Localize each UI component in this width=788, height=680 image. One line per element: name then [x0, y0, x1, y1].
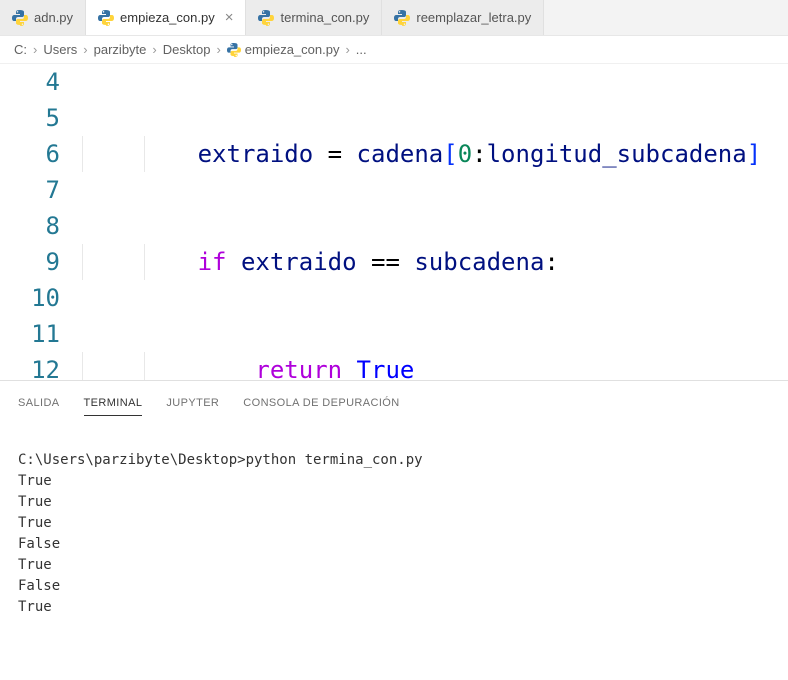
tab-label: adn.py	[34, 10, 73, 25]
line-number: 10	[0, 280, 60, 316]
terminal-line: True	[18, 492, 770, 513]
python-icon	[258, 10, 274, 26]
panel-tab-output[interactable]: SALIDA	[18, 397, 60, 416]
chevron-right-icon: ›	[152, 42, 156, 57]
editor-tabs-bar: adn.py empieza_con.py × termina_con.py r…	[0, 0, 788, 36]
bottom-panel: SALIDA TERMINAL JUPYTER CONSOLA DE DEPUR…	[0, 380, 788, 626]
terminal-line: True	[18, 471, 770, 492]
close-icon[interactable]: ×	[225, 10, 234, 25]
line-number: 5	[0, 100, 60, 136]
panel-tab-debug-console[interactable]: CONSOLA DE DEPURACIÓN	[243, 397, 399, 416]
line-number: 9	[0, 244, 60, 280]
breadcrumb-part[interactable]: Users	[43, 42, 77, 57]
code-editor[interactable]: 4 5 6 7 8 9 10 11 12 extraido = cadena[0…	[0, 64, 788, 380]
panel-tabs: SALIDA TERMINAL JUPYTER CONSOLA DE DEPUR…	[18, 389, 770, 426]
chevron-right-icon: ›	[83, 42, 87, 57]
chevron-right-icon: ›	[345, 42, 349, 57]
line-number: 12	[0, 352, 60, 380]
tab-termina-con[interactable]: termina_con.py	[246, 0, 382, 35]
tab-label: termina_con.py	[280, 10, 369, 25]
line-number: 8	[0, 208, 60, 244]
terminal-line: C:\Users\parzibyte\Desktop>python termin…	[18, 450, 770, 471]
code-content[interactable]: extraido = cadena[0:longitud_subcadena] …	[82, 64, 788, 380]
terminal-line: True	[18, 597, 770, 618]
terminal-line: False	[18, 576, 770, 597]
breadcrumb-part[interactable]: parzibyte	[94, 42, 147, 57]
terminal-line: True	[18, 555, 770, 576]
chevron-right-icon: ›	[216, 42, 220, 57]
terminal-line: False	[18, 534, 770, 555]
line-number: 11	[0, 316, 60, 352]
tab-label: reemplazar_letra.py	[416, 10, 531, 25]
panel-tab-jupyter[interactable]: JUPYTER	[166, 397, 219, 416]
line-number: 4	[0, 64, 60, 100]
chevron-right-icon: ›	[33, 42, 37, 57]
python-icon	[12, 10, 28, 26]
breadcrumb-part[interactable]: ...	[356, 42, 367, 57]
breadcrumb-part[interactable]: empieza_con.py	[245, 42, 340, 57]
terminal-line: True	[18, 513, 770, 534]
line-number: 7	[0, 172, 60, 208]
python-icon	[227, 43, 241, 57]
terminal-content[interactable]: C:\Users\parzibyte\Desktop>python termin…	[18, 426, 770, 618]
python-icon	[98, 10, 114, 26]
panel-tab-terminal[interactable]: TERMINAL	[84, 397, 143, 416]
breadcrumb-part[interactable]: Desktop	[163, 42, 211, 57]
tab-empieza-con[interactable]: empieza_con.py ×	[86, 0, 246, 35]
tab-reemplazar-letra[interactable]: reemplazar_letra.py	[382, 0, 544, 35]
tab-adn[interactable]: adn.py	[0, 0, 86, 35]
python-icon	[394, 10, 410, 26]
breadcrumb-part[interactable]: C:	[14, 42, 27, 57]
tab-label: empieza_con.py	[120, 10, 215, 25]
breadcrumb[interactable]: C: › Users › parzibyte › Desktop › empie…	[0, 36, 788, 64]
line-number-gutter: 4 5 6 7 8 9 10 11 12	[0, 64, 82, 380]
line-number: 6	[0, 136, 60, 172]
